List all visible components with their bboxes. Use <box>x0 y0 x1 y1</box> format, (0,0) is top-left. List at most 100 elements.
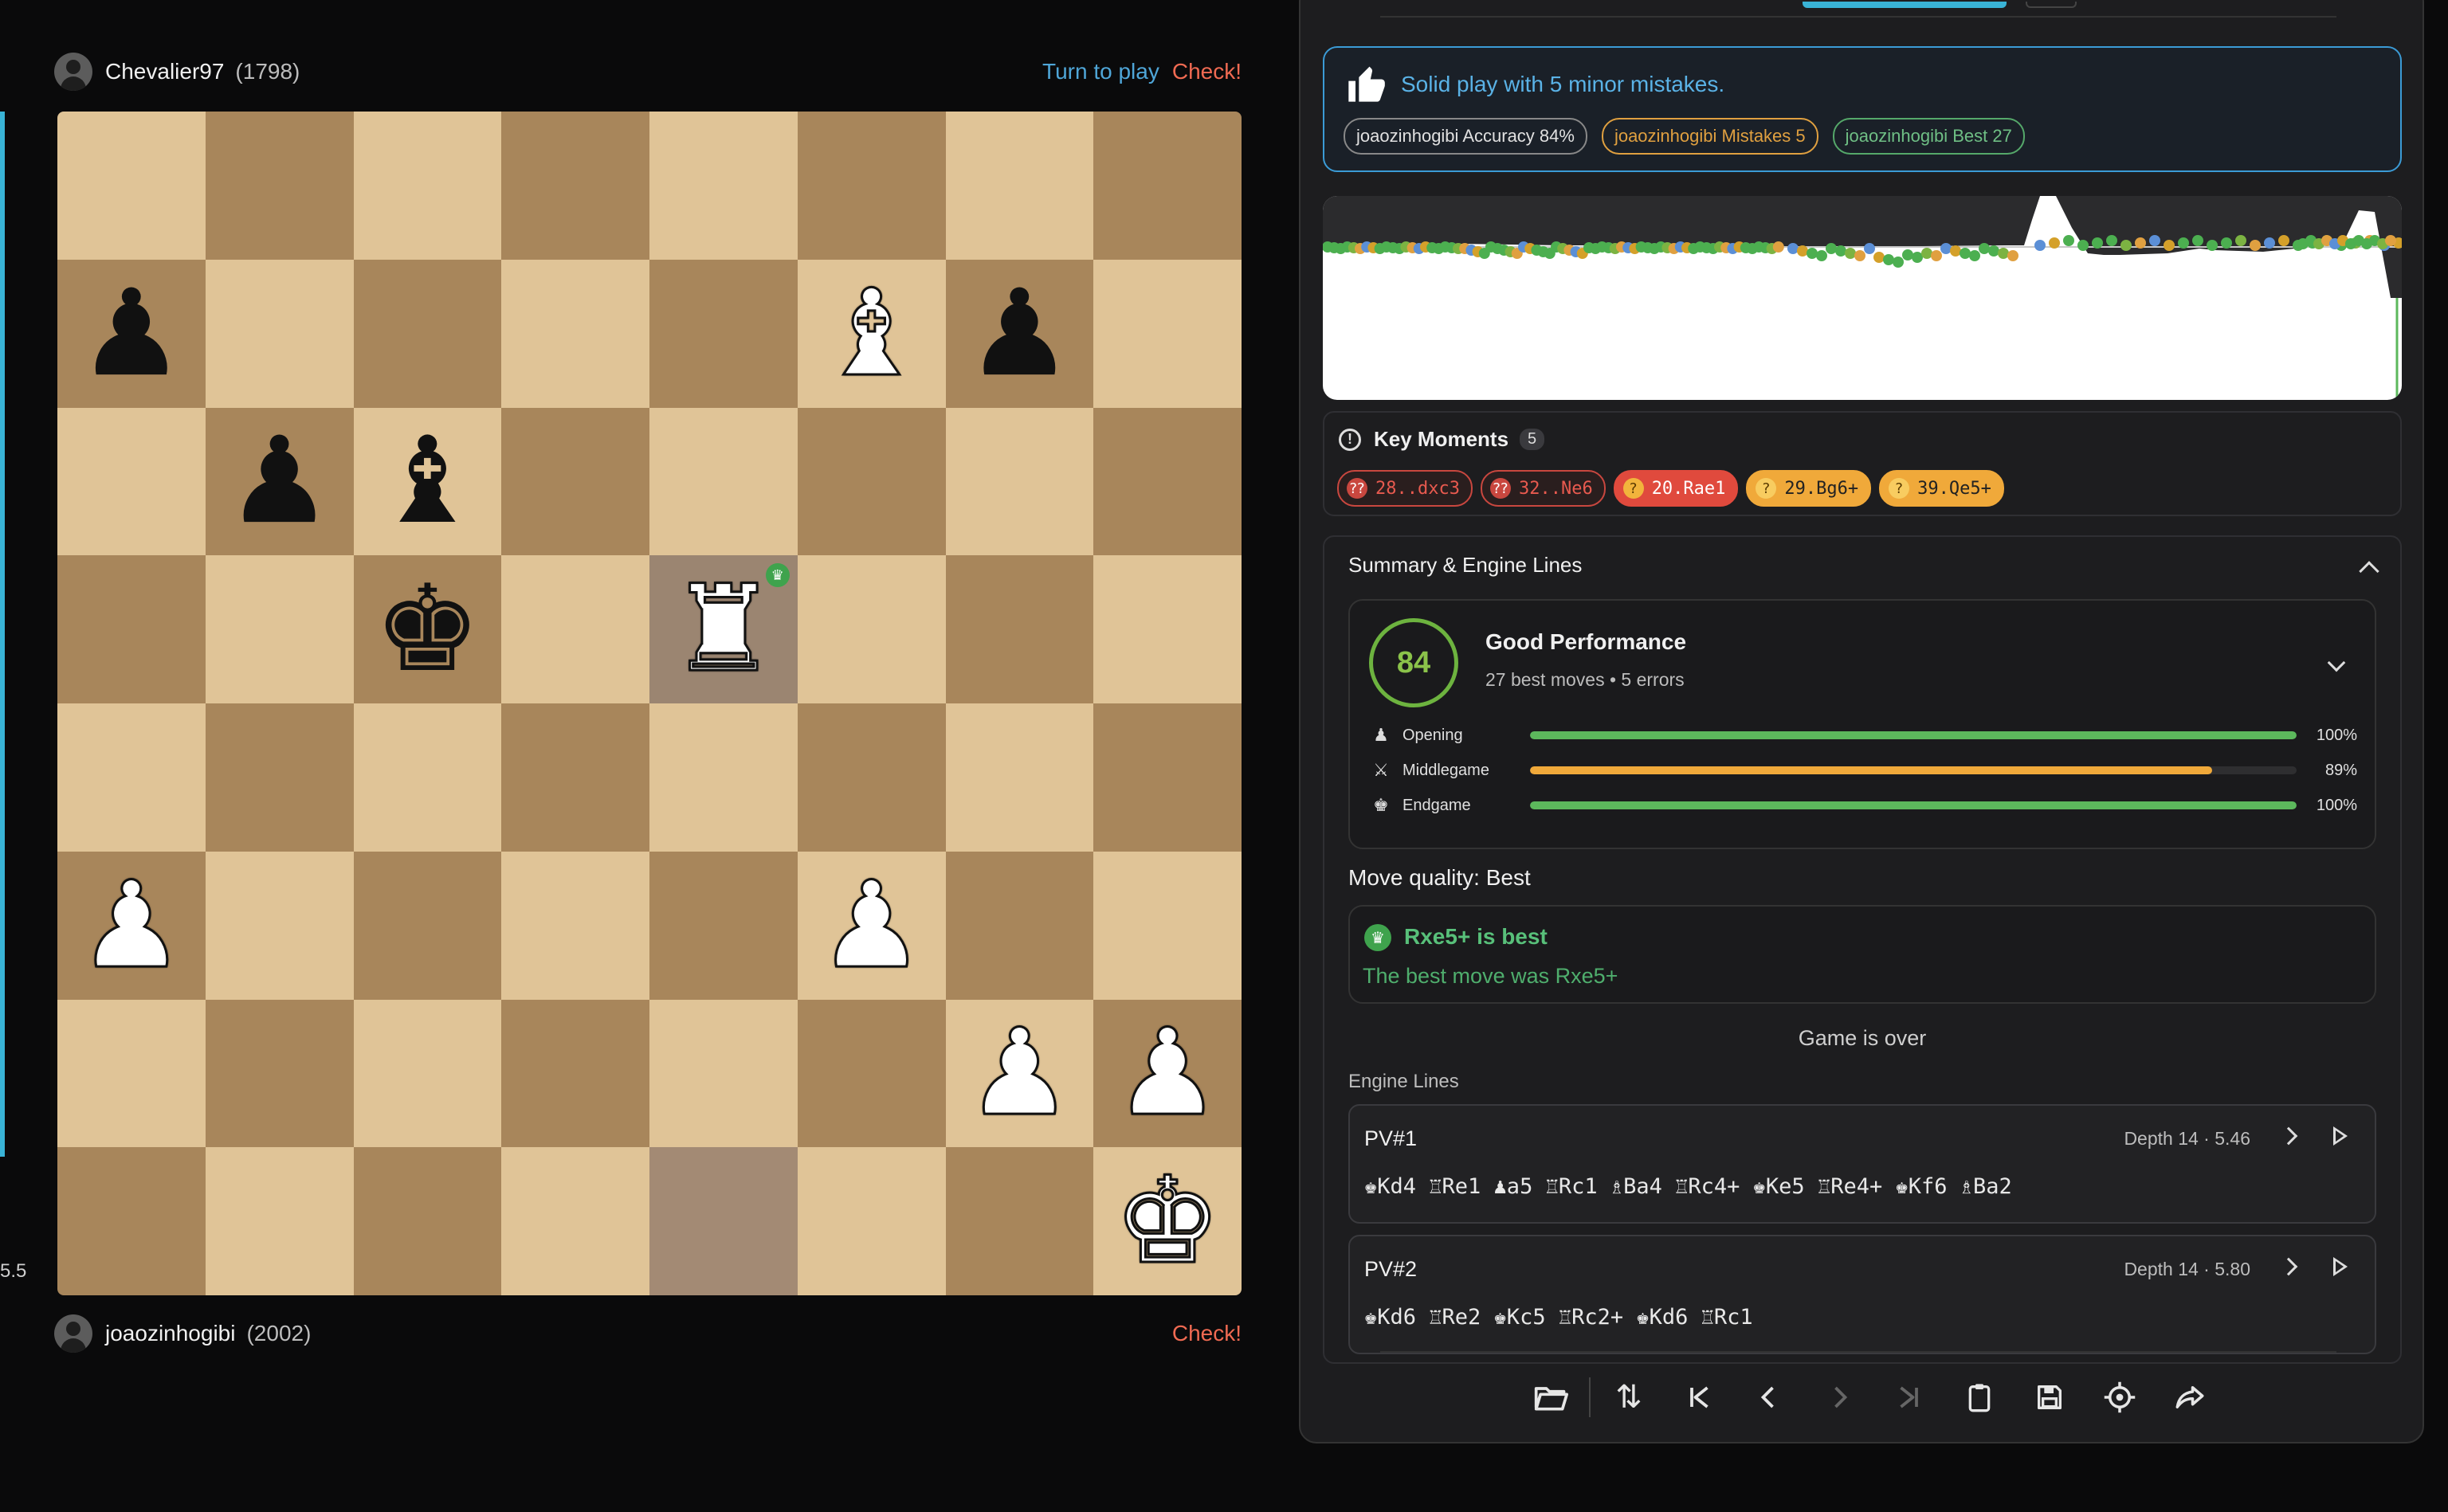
chevron-right-icon[interactable] <box>2279 1126 2298 1146</box>
next-move-icon[interactable] <box>1804 1362 1874 1432</box>
board-square[interactable] <box>797 999 946 1148</box>
black-pawn-icon[interactable]: ♟ <box>966 274 1073 394</box>
eval-graph-point[interactable] <box>1864 243 1875 254</box>
eval-graph-point[interactable] <box>1854 250 1865 261</box>
board-square[interactable]: ♟ <box>945 999 1094 1148</box>
board-square[interactable] <box>945 407 1094 556</box>
eval-graph-point[interactable] <box>2034 240 2046 251</box>
eval-graph-point[interactable] <box>2250 240 2261 251</box>
board-square[interactable] <box>501 999 649 1148</box>
black-pawn-icon[interactable]: ♟ <box>226 421 332 541</box>
eval-graph-point[interactable] <box>1845 248 1856 259</box>
eval-graph-point[interactable] <box>2264 237 2275 249</box>
board-square[interactable] <box>353 259 502 408</box>
board-square[interactable]: ♝ <box>353 407 502 556</box>
tab-other[interactable] <box>2026 2 2077 8</box>
board-square[interactable] <box>353 112 502 260</box>
white-pawn-icon[interactable]: ♟ <box>965 1013 1074 1134</box>
black-bishop-icon[interactable]: ♝ <box>374 421 481 541</box>
chevron-up-icon[interactable] <box>2359 561 2379 582</box>
eval-graph-point[interactable] <box>1960 248 1971 259</box>
board-square[interactable] <box>797 555 946 703</box>
eval-graph-point[interactable] <box>1950 245 1961 257</box>
board-square[interactable]: ♟ <box>797 851 946 1000</box>
board-square[interactable] <box>353 851 502 1000</box>
eval-graph-point[interactable] <box>1873 252 1885 263</box>
board-square[interactable] <box>57 703 206 852</box>
board-square[interactable] <box>1093 703 1242 852</box>
chess-board[interactable]: ♟ ♝ ♟ ♟ ♝ ♚ ♜ ♛ ♟ ♟ ♟ ♟ ♚ <box>57 112 1242 1295</box>
board-square[interactable] <box>649 112 798 260</box>
white-pawn-icon[interactable]: ♟ <box>76 864 186 986</box>
eval-graph-point[interactable] <box>2178 237 2189 249</box>
board-square[interactable] <box>205 259 354 408</box>
evaluation-graph[interactable] <box>1323 196 2402 400</box>
board-square[interactable] <box>353 1147 502 1295</box>
eval-graph-point[interactable] <box>1902 249 1913 260</box>
eval-graph-point[interactable] <box>1979 243 1990 254</box>
black-king-icon[interactable]: ♚ <box>374 570 481 689</box>
key-moment-chip[interactable]: ? 29.Bg6+ <box>1746 470 1872 507</box>
chevron-down-icon[interactable] <box>2327 653 2346 672</box>
board-square[interactable] <box>649 851 798 1000</box>
board-square[interactable] <box>57 1147 206 1295</box>
board-square[interactable]: ♟ <box>57 851 206 1000</box>
board-square[interactable] <box>1093 851 1242 1000</box>
board-square[interactable] <box>797 407 946 556</box>
board-square[interactable] <box>501 259 649 408</box>
board-square[interactable] <box>205 999 354 1148</box>
eval-graph-point[interactable] <box>1835 245 1846 257</box>
board-square[interactable] <box>1093 555 1242 703</box>
eval-graph-point[interactable] <box>1797 245 1808 257</box>
board-square[interactable] <box>797 1147 946 1295</box>
board-square[interactable] <box>945 112 1094 260</box>
key-moment-chip[interactable]: ?? 28..dxc3 <box>1337 470 1473 507</box>
board-square[interactable] <box>353 999 502 1148</box>
board-square[interactable] <box>501 555 649 703</box>
board-square[interactable] <box>649 259 798 408</box>
board-square[interactable] <box>797 703 946 852</box>
board-square[interactable] <box>1093 112 1242 260</box>
key-moment-chip[interactable]: ?? 32..Ne6 <box>1480 470 1606 507</box>
board-square[interactable] <box>501 112 649 260</box>
eval-graph-point[interactable] <box>2092 237 2103 249</box>
board-square[interactable] <box>353 703 502 852</box>
eval-graph-point[interactable] <box>2278 235 2289 246</box>
board-square[interactable] <box>57 112 206 260</box>
chevron-right-icon[interactable] <box>2279 1257 2298 1276</box>
board-square[interactable] <box>945 851 1094 1000</box>
board-square[interactable] <box>797 112 946 260</box>
flip-board-icon[interactable]: ⇅ <box>1594 1362 1664 1432</box>
eval-graph-point[interactable] <box>2149 235 2160 246</box>
board-square[interactable]: ♜ ♛ <box>649 555 798 703</box>
eval-graph-point[interactable] <box>2135 237 2146 249</box>
eval-graph-point[interactable] <box>1893 257 1904 268</box>
eval-graph-point[interactable] <box>2007 250 2018 261</box>
white-rook-icon[interactable]: ♜ <box>669 569 778 691</box>
eval-graph-point[interactable] <box>1787 243 1799 254</box>
board-square[interactable] <box>945 703 1094 852</box>
eval-graph-point[interactable] <box>2164 240 2175 251</box>
board-square[interactable] <box>205 112 354 260</box>
board-square[interactable] <box>649 1147 798 1295</box>
board-square[interactable] <box>1093 259 1242 408</box>
eval-graph-point[interactable] <box>1931 250 1942 261</box>
eval-graph-point[interactable] <box>1998 248 2009 259</box>
eval-graph-point[interactable] <box>2207 240 2218 251</box>
white-pawn-icon[interactable]: ♟ <box>1112 1013 1222 1134</box>
board-square[interactable]: ♟ <box>1093 999 1242 1148</box>
board-square[interactable] <box>501 407 649 556</box>
eval-graph-point[interactable] <box>1816 250 1827 261</box>
eval-graph-point[interactable] <box>2385 235 2396 246</box>
eval-graph-point[interactable] <box>2120 240 2132 251</box>
white-king-icon[interactable]: ♚ <box>1112 1161 1222 1283</box>
eval-graph-point[interactable] <box>1988 245 1999 257</box>
eval-graph-point[interactable] <box>1969 250 1980 261</box>
white-bishop-icon[interactable]: ♝ <box>817 272 926 394</box>
eval-graph-point[interactable] <box>1883 254 1894 265</box>
pv-line-card[interactable]: PV#2 Depth 14 · 5.80 ♚Kd6 ♖Re2 ♚Kc5 ♖Rc2… <box>1348 1235 2376 1354</box>
open-folder-icon[interactable] <box>1516 1362 1586 1432</box>
eval-graph-point[interactable] <box>1807 248 1818 259</box>
eval-graph-point[interactable] <box>2192 235 2203 246</box>
board-square[interactable] <box>205 703 354 852</box>
